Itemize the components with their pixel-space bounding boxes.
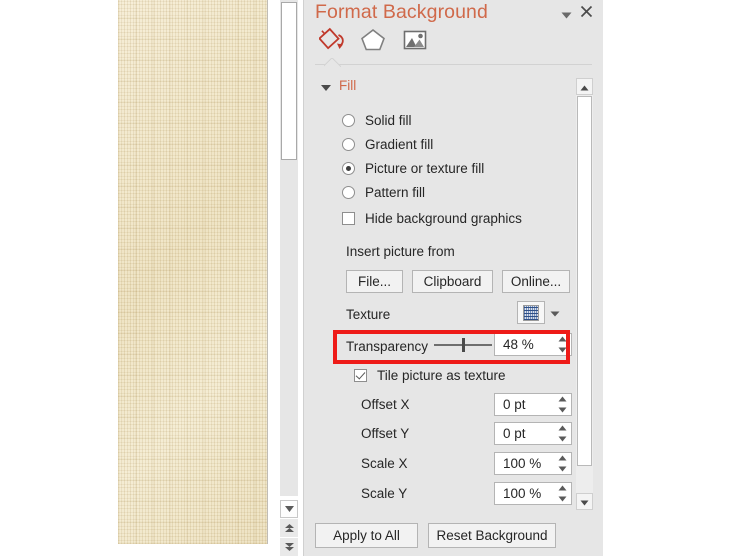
transparency-label: Transparency [346,339,429,354]
texture-label: Texture [346,307,391,322]
scale-y-spinner[interactable]: 100 % [494,482,572,505]
texture-dropdown-button[interactable] [547,301,563,324]
offset-y-value: 0 pt [503,426,526,441]
slide-preview[interactable] [118,0,268,544]
transparency-slider-handle[interactable] [462,338,465,352]
tab-picture[interactable] [398,26,432,58]
insert-picture-from-label: Insert picture from [346,244,455,259]
option-solid-fill-label: Solid fill [365,113,412,128]
pane-options-dropdown[interactable] [559,8,573,22]
tile-picture-as-texture-row[interactable]: Tile picture as texture [354,368,506,383]
transparency-spinner[interactable]: 48 % [494,333,572,356]
close-icon [580,4,593,21]
close-pane-button[interactable] [578,4,595,21]
double-up-icon [284,523,295,534]
tab-effects[interactable] [356,26,390,58]
offset-x-value: 0 pt [503,397,526,412]
next-slide-button[interactable] [280,538,298,556]
scale-y-label: Scale Y [361,486,408,501]
option-solid-fill[interactable]: Solid fill [342,113,412,128]
offset-x-spinner-buttons[interactable] [558,396,567,413]
previous-slide-button[interactable] [280,519,298,537]
spinner-up-icon [558,396,567,402]
texture-swatch-button[interactable] [517,301,545,324]
workspace-scrollbar-thumb[interactable] [281,2,297,160]
offset-x-spinner[interactable]: 0 pt [494,393,572,416]
powerpoint-format-background-screen: Format Background Fill Solid fill Gradie… [0,0,750,556]
fill-section-collapse-icon[interactable] [321,85,331,91]
fill-section: Fill Solid fill Gradient fill Picture or… [304,68,575,510]
insert-from-clipboard-button[interactable]: Clipboard [412,270,493,293]
tile-picture-as-texture-label: Tile picture as texture [377,368,506,383]
offset-y-label: Offset Y [361,426,410,441]
spinner-up-icon [558,455,567,461]
scale-y-value: 100 % [503,486,542,501]
paint-bucket-icon [318,27,347,58]
option-pattern-fill-label: Pattern fill [365,185,426,200]
radio-solid-fill[interactable] [342,114,355,127]
offset-y-spinner-buttons[interactable] [558,425,567,442]
pane-scrollbar[interactable] [576,78,593,510]
hide-background-graphics-label: Hide background graphics [365,211,522,226]
picture-icon [401,27,429,58]
spinner-down-icon [558,436,567,442]
scale-x-spinner-buttons[interactable] [558,455,567,472]
spinner-down-icon [558,496,567,502]
texture-swatch-icon [523,304,539,321]
option-gradient-fill-label: Gradient fill [365,137,434,152]
spinner-down-icon [558,347,567,353]
fill-section-title: Fill [339,78,357,93]
transparency-spinner-buttons[interactable] [558,336,567,353]
chevron-down-icon [284,505,295,513]
radio-pattern-fill[interactable] [342,186,355,199]
pane-scroll-up-button[interactable] [576,78,593,95]
reset-background-button[interactable]: Reset Background [428,523,556,548]
transparency-value: 48 % [503,337,534,352]
chevron-down-icon [550,304,560,322]
offset-y-spinner[interactable]: 0 pt [494,422,572,445]
apply-to-all-button[interactable]: Apply to All [315,523,418,548]
spinner-up-icon [558,485,567,491]
option-gradient-fill[interactable]: Gradient fill [342,137,433,152]
format-background-pane: Format Background Fill Solid fill Gradie… [303,0,603,556]
option-picture-or-texture-fill-label: Picture or texture fill [365,161,485,176]
workspace-scrollbar[interactable] [280,0,298,496]
option-pattern-fill[interactable]: Pattern fill [342,185,425,200]
checkbox-hide-background-graphics[interactable] [342,212,355,225]
offset-x-label: Offset X [361,397,410,412]
insert-from-file-button[interactable]: File... [346,270,403,293]
workspace-scroll-down-button[interactable] [280,500,298,518]
pane-scrollbar-thumb[interactable] [577,96,592,466]
chevron-down-icon [561,6,572,24]
scale-x-value: 100 % [503,456,542,471]
pane-footer: Apply to All Reset Background [304,514,604,556]
option-picture-or-texture-fill[interactable]: Picture or texture fill [342,161,484,176]
pane-tabs [304,26,603,62]
insert-from-online-button[interactable]: Online... [502,270,570,293]
hide-background-graphics-row[interactable]: Hide background graphics [342,211,522,226]
radio-picture-or-texture-fill[interactable] [342,162,355,175]
slide-workspace [0,0,303,556]
pentagon-icon [359,27,387,58]
transparency-slider[interactable] [434,337,492,353]
scale-x-label: Scale X [361,456,408,471]
checkbox-tile-picture-as-texture[interactable] [354,369,367,382]
scale-x-spinner[interactable]: 100 % [494,452,572,475]
radio-gradient-fill[interactable] [342,138,355,151]
spinner-down-icon [558,466,567,472]
spinner-up-icon [558,336,567,342]
double-down-icon [284,542,295,553]
pane-scroll-down-button[interactable] [576,493,593,510]
tab-fill-and-line[interactable] [316,26,350,58]
scroll-down-icon [580,493,589,511]
pane-title: Format Background [315,1,488,23]
spinner-up-icon [558,425,567,431]
active-tab-indicator [324,58,341,67]
spinner-down-icon [558,407,567,413]
tab-separator [315,64,592,65]
scroll-up-icon [580,78,589,96]
scale-y-spinner-buttons[interactable] [558,485,567,502]
slide-background-texture [118,0,267,544]
